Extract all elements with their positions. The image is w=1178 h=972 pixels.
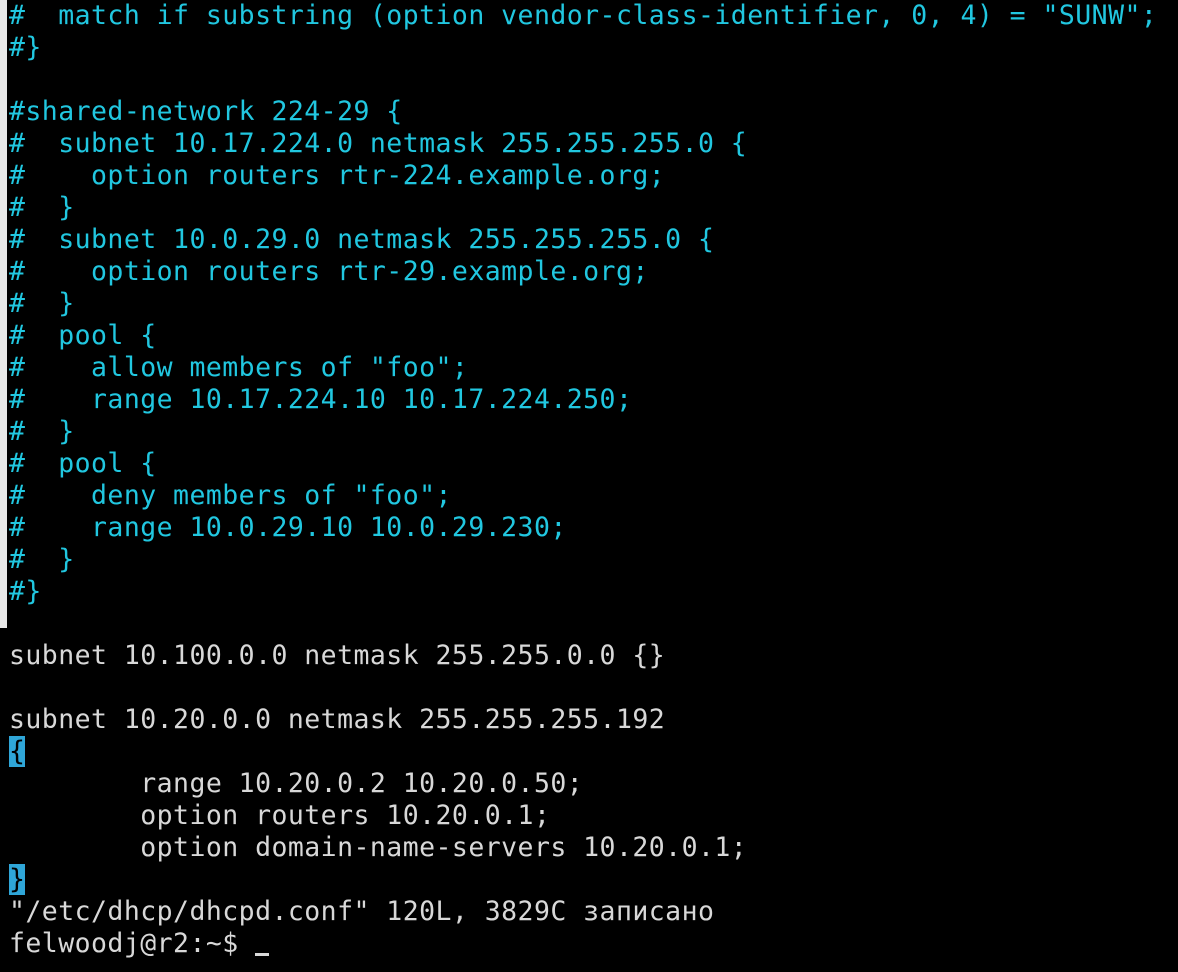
code-line: subnet 10.100.0.0 netmask 255.255.0.0 {} — [9, 640, 1178, 672]
background-window-edge — [0, 0, 7, 628]
line-text: "/etc/dhcp/dhcpd.conf" 120L, 3829C запис… — [9, 896, 715, 927]
matched-brace: { — [9, 736, 26, 767]
line-text: # } — [9, 416, 75, 447]
code-line: { — [9, 736, 1178, 768]
line-text: # range 10.17.224.10 10.17.224.250; — [9, 384, 633, 415]
code-line: #shared-network 224-29 { — [9, 96, 1178, 128]
shell-prompt-line: felwoodj@r2:~$ — [9, 928, 1178, 960]
code-line: #} — [9, 32, 1178, 64]
code-line: option domain-name-servers 10.20.0.1; — [9, 832, 1178, 864]
code-line: #} — [9, 576, 1178, 608]
line-text: # option routers rtr-29.example.org; — [9, 256, 649, 287]
code-line: # } — [9, 416, 1178, 448]
code-line: range 10.20.0.2 10.20.0.50; — [9, 768, 1178, 800]
code-line: # option routers rtr-224.example.org; — [9, 160, 1178, 192]
code-line: # range 10.0.29.10 10.0.29.230; — [9, 512, 1178, 544]
code-line: # } — [9, 288, 1178, 320]
code-line: # pool { — [9, 448, 1178, 480]
line-text: # deny members of "foo"; — [9, 480, 452, 511]
code-line: # deny members of "foo"; — [9, 480, 1178, 512]
terminal-output[interactable]: # match if substring (option vendor-clas… — [9, 0, 1178, 960]
line-text: # range 10.0.29.10 10.0.29.230; — [9, 512, 567, 543]
code-line: option routers 10.20.0.1; — [9, 800, 1178, 832]
line-text: option domain-name-servers 10.20.0.1; — [9, 832, 748, 863]
vim-status-message: "/etc/dhcp/dhcpd.conf" 120L, 3829C запис… — [9, 896, 1178, 928]
line-text: # } — [9, 288, 75, 319]
line-text: # subnet 10.17.224.0 netmask 255.255.255… — [9, 128, 748, 159]
line-text: # match if substring (option vendor-clas… — [9, 0, 1158, 31]
line-text: # pool { — [9, 448, 157, 479]
code-line: # match if substring (option vendor-clas… — [9, 0, 1178, 32]
line-text: subnet 10.20.0.0 netmask 255.255.255.192 — [9, 704, 666, 735]
code-line: # subnet 10.0.29.0 netmask 255.255.255.0… — [9, 224, 1178, 256]
line-text: range 10.20.0.2 10.20.0.50; — [9, 768, 584, 799]
code-line: subnet 10.20.0.0 netmask 255.255.255.192 — [9, 704, 1178, 736]
code-line: # allow members of "foo"; — [9, 352, 1178, 384]
code-line: } — [9, 864, 1178, 896]
line-text: # pool { — [9, 320, 157, 351]
line-text: # } — [9, 544, 75, 575]
text-cursor — [255, 953, 270, 956]
code-line: # pool { — [9, 320, 1178, 352]
matched-brace: } — [9, 864, 26, 895]
line-text: # option routers rtr-224.example.org; — [9, 160, 666, 191]
line-text: #shared-network 224-29 { — [9, 96, 403, 127]
line-text: # allow members of "foo"; — [9, 352, 469, 383]
code-line: # } — [9, 192, 1178, 224]
line-text: # } — [9, 192, 75, 223]
line-text: felwoodj@r2:~$ — [9, 928, 256, 959]
code-line: # option routers rtr-29.example.org; — [9, 256, 1178, 288]
code-line: # subnet 10.17.224.0 netmask 255.255.255… — [9, 128, 1178, 160]
terminal-window[interactable]: # match if substring (option vendor-clas… — [0, 0, 1178, 972]
code-line: # range 10.17.224.10 10.17.224.250; — [9, 384, 1178, 416]
line-text: option routers 10.20.0.1; — [9, 800, 551, 831]
line-text: #} — [9, 576, 42, 607]
code-line: # } — [9, 544, 1178, 576]
line-text: subnet 10.100.0.0 netmask 255.255.0.0 {} — [9, 640, 666, 671]
line-text: #} — [9, 32, 42, 63]
line-text: # subnet 10.0.29.0 netmask 255.255.255.0… — [9, 224, 715, 255]
